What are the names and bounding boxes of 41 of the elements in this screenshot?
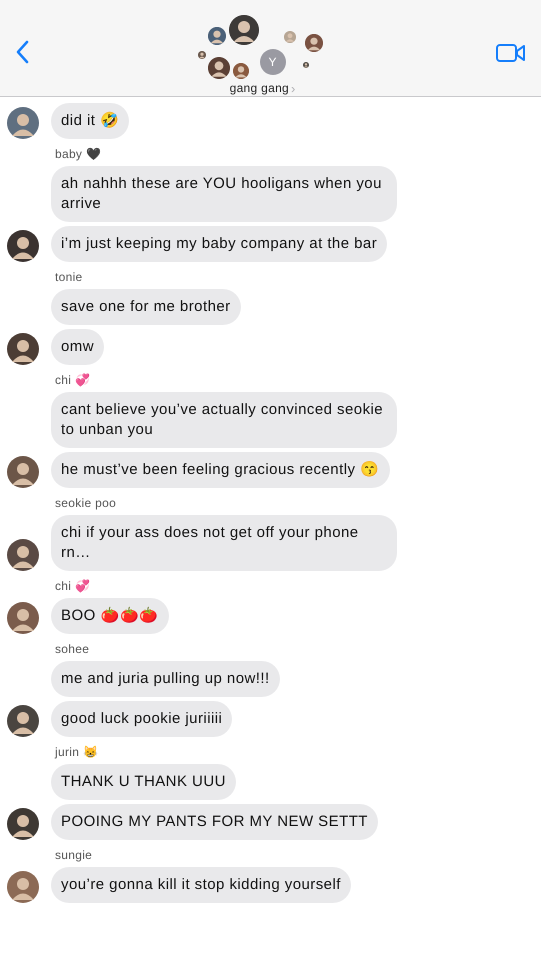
group-avatar	[284, 30, 296, 42]
group-name[interactable]: gang gang	[230, 81, 290, 95]
message-bubble: POOING MY PANTS FOR MY NEW SETTT	[51, 804, 378, 840]
group-avatar	[304, 34, 322, 52]
group-avatar	[208, 56, 230, 78]
group-avatar	[302, 62, 308, 68]
message-bubble: you’re gonna kill it stop kidding yourself	[51, 867, 351, 903]
avatar[interactable]	[6, 333, 38, 365]
sender-name: chi 💞	[55, 579, 92, 593]
message-bubble: omw	[51, 329, 104, 365]
message-bubble: THANK U THANK UUU	[51, 764, 236, 800]
message-bubble: me and juria pulling up now!!!	[51, 661, 280, 697]
message-bubble: cant believe you’ve actually convinced seokie to unban you	[51, 392, 397, 448]
sender-name: baby 🖤	[55, 147, 102, 161]
group-avatar: Y	[260, 48, 286, 74]
message-bubble: i’m just keeping my baby company at the bar	[51, 226, 388, 262]
sender-name: tonie	[55, 270, 84, 284]
message-bubble: BOO 🍅🍅🍅	[51, 598, 169, 634]
group-avatar	[208, 26, 226, 44]
message-bubble: did it 🤣	[51, 103, 130, 139]
back-icon[interactable]	[15, 40, 29, 64]
avatar[interactable]	[6, 230, 38, 262]
message-bubble: good luck pookie juriiiii	[51, 701, 232, 737]
message-bubble: he must’ve been feeling gracious recently 😙	[51, 452, 390, 488]
group-avatar	[198, 50, 206, 58]
group-avatar	[228, 14, 258, 44]
video-camera-icon[interactable]	[496, 43, 526, 63]
avatar[interactable]	[6, 539, 38, 571]
sender-name: sohee	[55, 642, 90, 656]
message-bubble: ah nahhh these are YOU hooligans when you arrive	[51, 166, 397, 222]
avatar[interactable]	[6, 602, 38, 634]
sender-name: chi 💞	[55, 373, 92, 387]
avatar[interactable]	[6, 808, 38, 840]
sender-name: seokie poo	[55, 496, 118, 510]
avatar[interactable]	[6, 456, 38, 488]
avatar[interactable]	[6, 705, 38, 737]
message-bubble: chi if your ass does not get off your phone rn…	[51, 515, 397, 571]
message-bubble: save one for me brother	[51, 289, 241, 325]
sender-name: jurin 😸	[55, 745, 100, 759]
group-avatar	[232, 62, 248, 78]
sender-name: sungie	[55, 848, 94, 862]
